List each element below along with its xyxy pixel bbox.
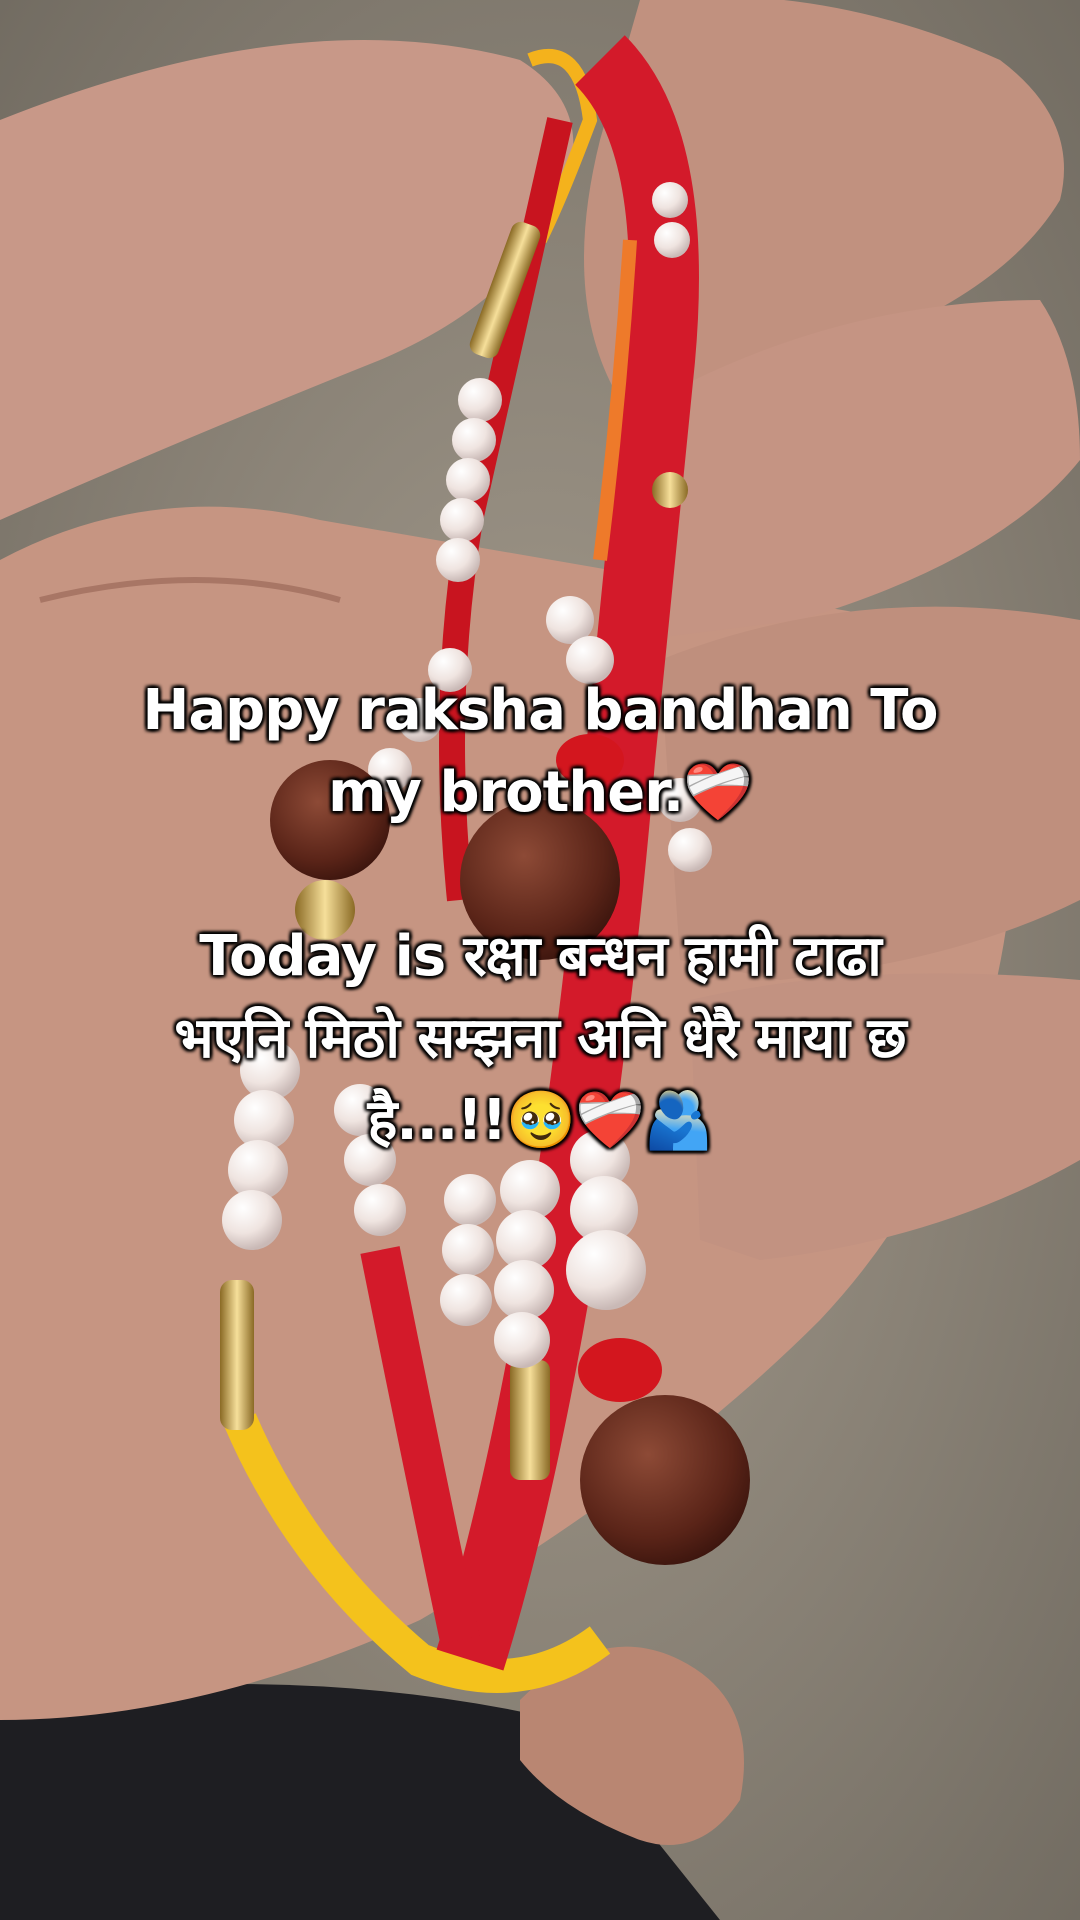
gold-bead-2: [652, 472, 688, 508]
caption-gap: [60, 834, 1020, 916]
gold-tube-left: [220, 1280, 254, 1430]
caption-line-5: है...!!🥹❤️‍🩹🫂: [367, 1088, 714, 1153]
caption-line-3: Today is रक्षा बन्धन हामी टाढा: [199, 924, 881, 989]
caption-overlay: Happy raksha bandhan To my brother.❤️‍🩹 …: [60, 670, 1020, 1162]
caption-line-2: my brother.❤️‍🩹: [328, 760, 753, 825]
caption-line-1: Happy raksha bandhan To: [142, 678, 938, 743]
coral-bead-1: [578, 1338, 662, 1402]
gold-tube-mid: [510, 1360, 550, 1480]
caption-line-4: भएनि मिठो सम्झना अनि धेरै माया छ: [174, 1006, 906, 1071]
rudraksha-bead-3: [580, 1395, 750, 1565]
